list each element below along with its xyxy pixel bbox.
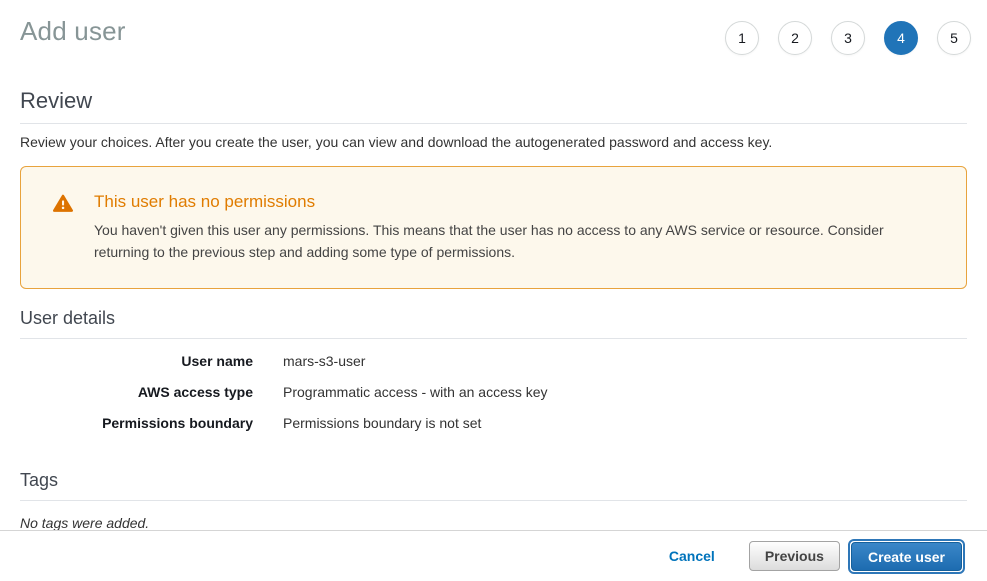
no-permissions-warning: This user has no permissions You haven't…	[20, 166, 967, 289]
step-5[interactable]: 5	[937, 21, 971, 55]
warning-text: This user has no permissions You haven't…	[94, 192, 930, 264]
step-4-active[interactable]: 4	[884, 21, 918, 55]
tags-heading: Tags	[20, 470, 967, 501]
warning-body: You haven't given this user any permissi…	[94, 219, 930, 263]
review-description: Review your choices. After you create th…	[20, 133, 967, 152]
wizard-content: Review Review your choices. After you cr…	[0, 88, 987, 531]
detail-row-user-name: User name mars-s3-user	[20, 353, 967, 370]
detail-row-permissions-boundary: Permissions boundary Permissions boundar…	[20, 415, 967, 432]
create-user-button-focus-ring: Create user	[848, 539, 965, 574]
step-1[interactable]: 1	[725, 21, 759, 55]
user-details-table: User name mars-s3-user AWS access type P…	[20, 353, 967, 432]
wizard-footer: Cancel Previous Create user	[0, 530, 987, 581]
detail-value: mars-s3-user	[283, 353, 365, 370]
cancel-button[interactable]: Cancel	[669, 548, 715, 564]
step-2[interactable]: 2	[778, 21, 812, 55]
create-user-button[interactable]: Create user	[851, 542, 962, 571]
wizard-header: Add user 1 2 3 4 5	[0, 0, 987, 56]
step-indicator: 1 2 3 4 5	[725, 21, 971, 55]
warning-title: This user has no permissions	[94, 192, 930, 212]
detail-row-access-type: AWS access type Programmatic access - wi…	[20, 384, 967, 401]
previous-button[interactable]: Previous	[749, 541, 840, 571]
add-user-wizard: Add user 1 2 3 4 5 Review Review your ch…	[0, 0, 987, 581]
page-title: Add user	[20, 16, 126, 47]
user-details-heading: User details	[20, 308, 967, 339]
warning-triangle-icon	[53, 194, 73, 213]
detail-label: User name	[20, 353, 253, 370]
detail-value: Permissions boundary is not set	[283, 415, 481, 432]
step-3[interactable]: 3	[831, 21, 865, 55]
detail-value: Programmatic access - with an access key	[283, 384, 548, 401]
detail-label: Permissions boundary	[20, 415, 253, 432]
tags-empty-text: No tags were added.	[20, 515, 967, 531]
detail-label: AWS access type	[20, 384, 253, 401]
review-heading: Review	[20, 88, 967, 124]
